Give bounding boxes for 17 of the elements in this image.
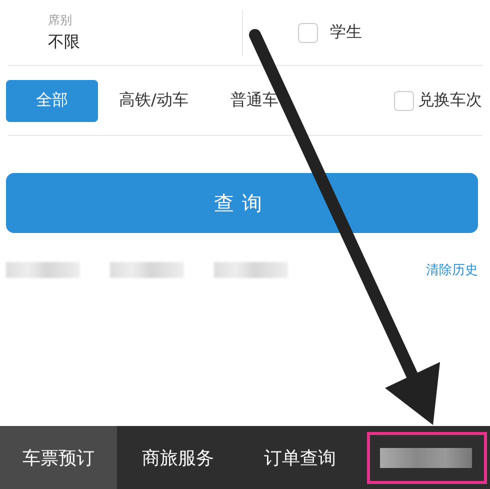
exchange-label: 兑换车次 [418,90,482,111]
filter-tab[interactable]: 高铁/动车 [119,80,188,122]
blurred-history-item[interactable] [6,262,80,278]
seat-label: 席别 [48,12,73,29]
tab-bar-item[interactable]: 车票预订 [0,426,117,489]
student-label: 学生 [330,22,362,43]
tab-bar-item[interactable]: 商旅服务 [117,426,239,489]
blurred-history-item[interactable] [110,262,184,278]
search-button[interactable]: 查询 [6,173,478,233]
tab-bar-item[interactable]: 订单查询 [239,426,361,489]
seat-value[interactable]: 不限 [48,32,242,53]
student-checkbox[interactable] [298,22,318,42]
clear-history-link[interactable]: 清除历史 [426,261,478,279]
filter-tab[interactable]: 普通车 [230,80,278,122]
blurred-history-item[interactable] [214,262,288,278]
filter-tab[interactable]: 全部 [6,80,98,122]
exchange-checkbox[interactable] [394,90,414,110]
